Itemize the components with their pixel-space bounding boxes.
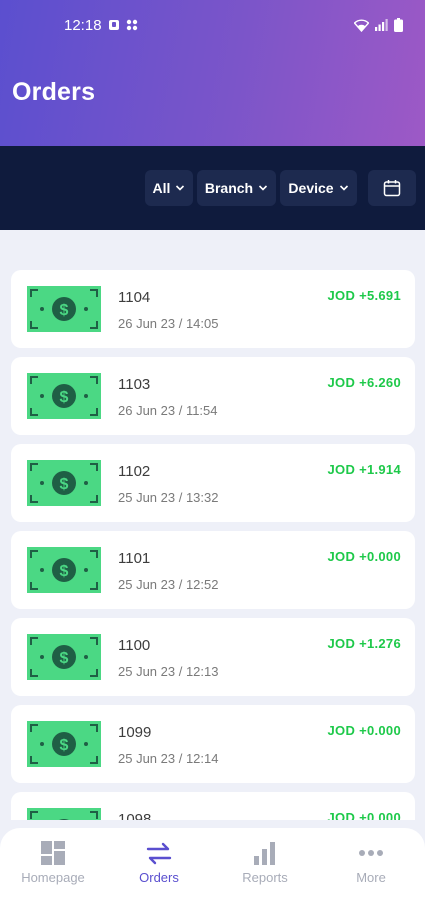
tab-more[interactable]: More xyxy=(318,828,424,900)
order-id: 1101 xyxy=(118,550,151,567)
filter-device-label: Device xyxy=(288,180,334,196)
order-date: 25 Jun 23 / 12:13 xyxy=(118,664,219,679)
order-date: 26 Jun 23 / 11:54 xyxy=(118,403,218,418)
filter-device-dropdown[interactable]: Device xyxy=(280,170,357,206)
order-amount: JOD +0.000 xyxy=(327,723,401,738)
order-card[interactable]: $1100 25 Jun 23 / 12:13 JOD +1.276 xyxy=(11,618,415,696)
orders-list[interactable]: $1104 26 Jun 23 / 14:05 JOD +5.691 $1103 26 … xyxy=(0,230,425,820)
order-id: 1100 xyxy=(118,637,151,654)
filter-branch-dropdown[interactable]: Branch xyxy=(197,170,276,206)
svg-text:$: $ xyxy=(60,302,69,319)
order-amount: JOD +6.260 xyxy=(327,375,401,390)
filter-all-dropdown[interactable]: All xyxy=(145,170,193,206)
chevron-down-icon xyxy=(176,185,185,191)
order-id: 1099 xyxy=(118,724,152,741)
header: 12:18 Orders xyxy=(0,0,425,146)
order-date: 25 Jun 23 / 12:52 xyxy=(118,577,219,592)
order-amount: JOD +1.914 xyxy=(327,462,401,477)
money-icon: $ xyxy=(27,634,101,680)
svg-text:$: $ xyxy=(60,389,69,406)
svg-text:$: $ xyxy=(60,737,69,754)
money-icon: $ xyxy=(27,373,101,419)
grid-icon xyxy=(41,841,65,865)
order-date: 26 Jun 23 / 14:05 xyxy=(118,316,219,331)
order-amount: JOD +0.000 xyxy=(327,549,401,564)
money-icon: $ xyxy=(27,808,101,820)
status-time: 12:18 xyxy=(64,17,102,34)
order-amount: JOD +0.000 xyxy=(327,810,401,820)
chevron-down-icon xyxy=(339,185,348,191)
apps-icon xyxy=(126,19,138,31)
filter-bar: All Branch Device xyxy=(0,146,425,230)
money-icon: $ xyxy=(27,286,101,332)
calendar-icon xyxy=(383,180,401,197)
bottom-tab-bar: Homepage Orders Reports More xyxy=(0,828,425,900)
order-date: 25 Jun 23 / 13:32 xyxy=(118,490,219,505)
swap-arrows-icon xyxy=(146,842,172,865)
tab-more-label: More xyxy=(356,870,386,885)
money-icon: $ xyxy=(27,547,101,593)
tab-orders[interactable]: Orders xyxy=(106,828,212,900)
notification-icon xyxy=(109,20,119,30)
order-date: 25 Jun 23 / 12:14 xyxy=(118,751,219,766)
order-amount: JOD +1.276 xyxy=(327,636,401,651)
filter-branch-label: Branch xyxy=(204,180,254,196)
order-id: 1102 xyxy=(118,463,151,480)
tab-homepage[interactable]: Homepage xyxy=(0,828,106,900)
order-id: 1104 xyxy=(118,289,151,306)
battery-icon xyxy=(394,18,403,32)
chevron-down-icon xyxy=(259,185,268,191)
order-card[interactable]: $1099 25 Jun 23 / 12:14 JOD +0.000 xyxy=(11,705,415,783)
status-bar: 12:18 xyxy=(0,14,425,38)
order-card[interactable]: $1103 26 Jun 23 / 11:54 JOD +6.260 xyxy=(11,357,415,435)
order-card[interactable]: $1104 26 Jun 23 / 14:05 JOD +5.691 xyxy=(11,270,415,348)
signal-icon xyxy=(375,19,388,31)
order-card[interactable]: $1102 25 Jun 23 / 13:32 JOD +1.914 xyxy=(11,444,415,522)
tab-homepage-label: Homepage xyxy=(21,870,85,885)
order-card[interactable]: $1101 25 Jun 23 / 12:52 JOD +0.000 xyxy=(11,531,415,609)
page-title: Orders xyxy=(12,78,96,106)
order-card[interactable]: $1098 JOD +0.000 xyxy=(11,792,415,820)
order-id: 1103 xyxy=(118,376,151,393)
tab-orders-label: Orders xyxy=(139,870,179,885)
wifi-icon xyxy=(354,18,369,32)
svg-text:$: $ xyxy=(60,476,69,493)
svg-text:$: $ xyxy=(60,563,69,580)
tab-reports-label: Reports xyxy=(242,870,288,885)
money-icon: $ xyxy=(27,721,101,767)
more-dots-icon xyxy=(359,850,383,856)
order-id: 1098 xyxy=(118,811,152,820)
svg-text:$: $ xyxy=(60,650,69,667)
order-amount: JOD +5.691 xyxy=(327,288,401,303)
filter-all-label: All xyxy=(152,180,171,196)
tab-reports[interactable]: Reports xyxy=(212,828,318,900)
date-picker-button[interactable] xyxy=(368,170,416,206)
money-icon: $ xyxy=(27,460,101,506)
bar-chart-icon xyxy=(254,842,275,865)
